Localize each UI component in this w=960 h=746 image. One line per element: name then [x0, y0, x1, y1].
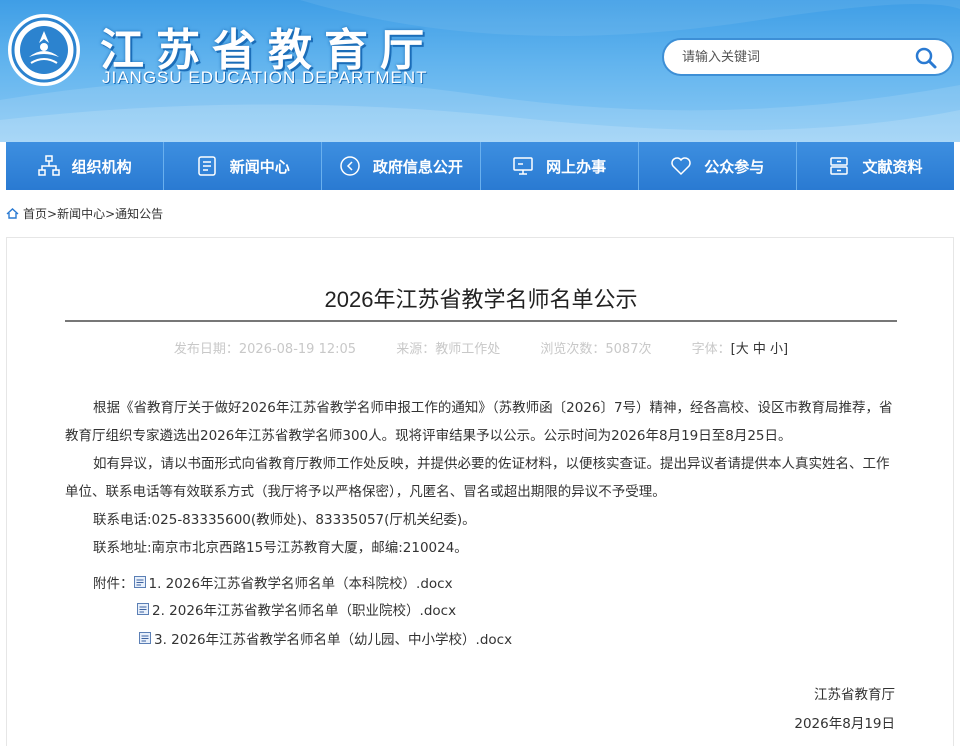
article-source: 来源：教师工作处 [396, 342, 501, 357]
signer: 江苏省教育厅 [814, 687, 895, 703]
education-emblem-icon [11, 17, 77, 83]
org-chart-icon [37, 155, 60, 177]
breadcrumb-notice-link[interactable]: 通知公告 [115, 205, 163, 222]
heart-icon [670, 155, 692, 177]
breadcrumb: 首页 > 新闻中心 > 通知公告 [6, 205, 163, 222]
nav-item-news[interactable]: 新闻中心 [164, 142, 323, 190]
breadcrumb-home-link[interactable]: 首页 [23, 205, 47, 222]
article-meta: 发布日期：2026-08-19 12:05 来源：教师工作处 浏览次数：5087… [7, 338, 955, 357]
document-icon [196, 155, 218, 177]
search-box [662, 38, 954, 76]
attachment-row-2: 2. 2026年江苏省教学名师名单（职业院校）.docx [137, 599, 456, 619]
logo[interactable] [8, 14, 80, 86]
monitor-icon [512, 155, 534, 177]
title-divider [65, 320, 897, 322]
nav-item-public-participation[interactable]: 公众参与 [639, 142, 797, 190]
arrow-circle-icon [339, 155, 361, 177]
nav-item-label: 网上办事 [546, 157, 607, 176]
nav-item-archives[interactable]: 文献资料 [797, 142, 954, 190]
paragraph-2: 如有异议，请以书面形式向省教育厅教师工作处反映，并提供必要的佐证材料，以便核实查… [65, 456, 890, 500]
attachment-link-1[interactable]: 1. 2026年江苏省教学名师名单（本科院校）.docx [149, 572, 453, 592]
font-size-selector: 字体：[大 中 小] [691, 342, 789, 357]
article-container: 2026年江苏省教学名师名单公示 发布日期：2026-08-19 12:05 来… [6, 237, 954, 746]
nav-item-online-service[interactable]: 网上办事 [481, 142, 639, 190]
breadcrumb-separator: > [105, 206, 116, 221]
main-nav: 组织机构 新闻中心 政府信息公开 网上办事 公众参与 文献资料 [6, 142, 954, 190]
attachment-row-1: 附件： 1. 2026年江苏省教学名师名单（本科院校）.docx [93, 572, 453, 592]
site-header: 江苏省教育厅 JIANGSU EDUCATION DEPARTMENT [0, 0, 960, 142]
publish-date: 发布日期：2026-08-19 12:05 [173, 342, 357, 357]
docx-file-icon [133, 576, 146, 588]
nav-item-label: 公众参与 [704, 157, 765, 176]
nav-item-gov-info[interactable]: 政府信息公开 [322, 142, 481, 190]
breadcrumb-separator: > [47, 206, 58, 221]
docx-file-icon [137, 603, 149, 615]
attachments-label: 附件： [93, 576, 134, 592]
font-size-medium-button[interactable]: 中 [753, 342, 766, 357]
attachment-link-2[interactable]: 2. 2026年江苏省教学名师名单（职业院校）.docx [152, 599, 456, 619]
sign-date: 2026年8月19日 [794, 716, 895, 732]
font-size-small-button[interactable]: 小 [770, 342, 783, 357]
archive-icon [828, 155, 850, 177]
nav-item-label: 组织机构 [71, 157, 132, 176]
nav-item-label: 新闻中心 [229, 157, 290, 176]
search-button[interactable] [914, 46, 938, 70]
nav-item-label: 文献资料 [862, 157, 923, 176]
attachment-link-3[interactable]: 3. 2026年江苏省教学名师名单（幼儿园、中小学校）.docx [154, 628, 512, 648]
article-body: 根据《省教育厅关于做好2026年江苏省教学名师申报工作的通知》（苏教师函〔202… [65, 394, 895, 562]
contact-address: 联系地址:南京市北京西路15号江苏教育大厦，邮编:210024。 [93, 540, 468, 556]
attachment-row-3: 3. 2026年江苏省教学名师名单（幼儿园、中小学校）.docx [139, 628, 512, 648]
breadcrumb-news-link[interactable]: 新闻中心 [57, 205, 105, 222]
article-title: 2026年江苏省教学名师名单公示 [324, 287, 638, 312]
search-input[interactable] [682, 48, 902, 66]
search-icon [915, 47, 937, 69]
nav-item-label: 政府信息公开 [372, 157, 463, 176]
font-size-large-button[interactable]: 大 [736, 342, 749, 357]
docx-file-icon [139, 632, 151, 644]
home-icon [6, 208, 19, 219]
view-count: 浏览次数：5087次 [540, 342, 652, 357]
paragraph-1: 根据《省教育厅关于做好2026年江苏省教学名师申报工作的通知》（苏教师函〔202… [65, 400, 893, 444]
site-subtitle: JIANGSU EDUCATION DEPARTMENT [102, 68, 428, 87]
nav-item-organization[interactable]: 组织机构 [6, 142, 165, 190]
contact-phone: 联系电话:025-83335600(教师处)、83335057(厅机关纪委)。 [93, 512, 476, 528]
